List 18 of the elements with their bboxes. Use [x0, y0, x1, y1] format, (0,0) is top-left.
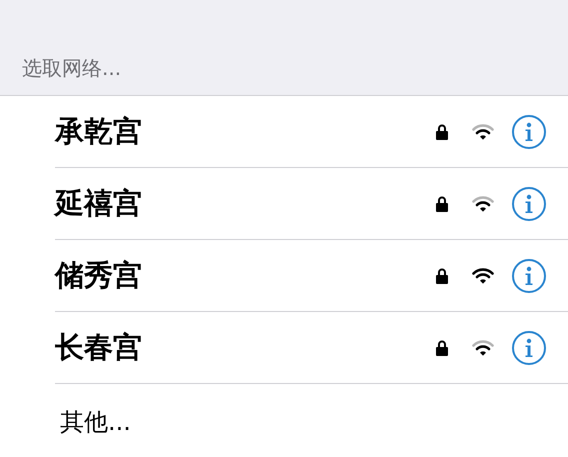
network-row[interactable]: 储秀宫: [55, 240, 568, 312]
network-name: 承乾宫: [55, 112, 143, 150]
info-icon: [524, 338, 534, 358]
info-icon: [524, 194, 534, 214]
network-name: 长春宫: [55, 328, 143, 366]
network-row[interactable]: 长春宫: [55, 312, 568, 384]
info-icon: [524, 122, 534, 142]
info-button[interactable]: [512, 258, 546, 292]
network-name: 延禧宫: [55, 184, 143, 222]
section-header: 选取网络...: [22, 55, 122, 82]
network-row[interactable]: 延禧宫: [55, 168, 568, 240]
network-name: 储秀宫: [55, 256, 143, 294]
network-row[interactable]: 承乾宫: [55, 96, 568, 168]
other-network-link[interactable]: 其他...: [60, 404, 131, 440]
info-button[interactable]: [512, 114, 546, 148]
info-button[interactable]: [512, 330, 546, 364]
info-button[interactable]: [512, 186, 546, 220]
info-icon: [524, 266, 534, 286]
